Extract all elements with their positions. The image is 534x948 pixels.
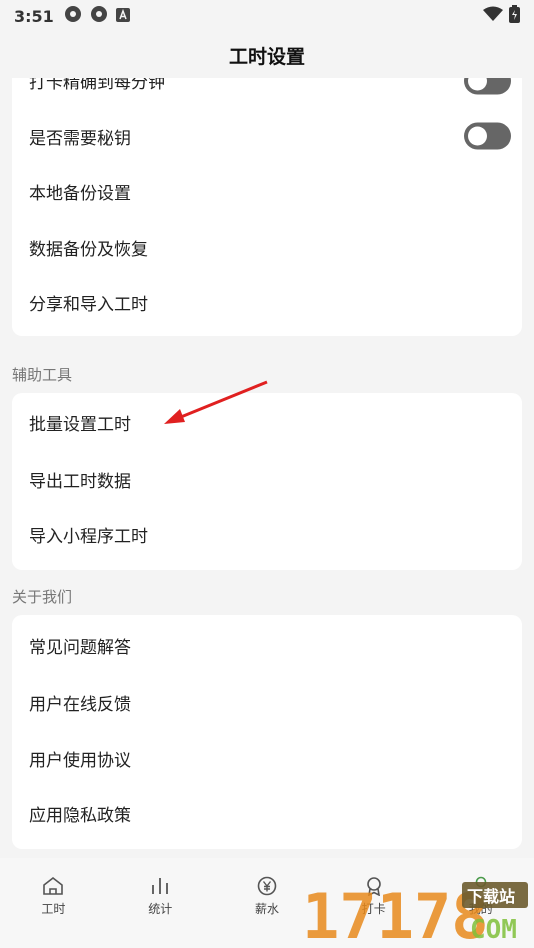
page-title: 工时设置	[228, 45, 305, 68]
settings-row-label: 用户在线反馈	[29, 695, 131, 716]
settings-row-label: 导出工时数据	[29, 472, 131, 492]
settings-row-label: 常见问题解答	[29, 637, 131, 658]
a-letter-icon	[115, 7, 130, 26]
status-bar: 3:51	[0, 0, 534, 32]
svg-text:下载站: 下载站	[467, 887, 515, 906]
settings-scroll-area[interactable]: 打卡精确到每分钟 是否需要秘钥 本地备份设置 数据备份及恢复 分享和导入工时 辅…	[0, 78, 534, 858]
settings-row-privacy-policy[interactable]: 应用隐私政策	[12, 786, 522, 842]
status-time: 3:51	[14, 6, 54, 26]
tab-label: 统计	[148, 902, 173, 916]
tab-worktime[interactable]: 工时	[0, 858, 107, 948]
settings-row-share-import[interactable]: 分享和导入工时	[12, 275, 522, 331]
settings-row-feedback[interactable]: 用户在线反馈	[12, 675, 522, 731]
section-title-tools: 辅助工具	[12, 366, 73, 384]
settings-row-secret-key[interactable]: 是否需要秘钥	[12, 109, 522, 165]
settings-row-faq[interactable]: 常见问题解答	[12, 615, 522, 675]
settings-row-minute-precision[interactable]: 打卡精确到每分钟	[12, 78, 522, 109]
app-notification-icon-2	[90, 5, 108, 27]
tab-label: 薪水	[254, 902, 279, 916]
settings-row-backup-restore[interactable]: 数据备份及恢复	[12, 220, 522, 276]
bar-chart-icon	[152, 878, 169, 894]
page-header: 工时设置	[0, 32, 534, 78]
tab-statistics[interactable]: 统计	[107, 858, 214, 948]
minute-precision-toggle[interactable]	[464, 78, 511, 95]
settings-row-label: 是否需要秘钥	[29, 128, 131, 149]
toggle-knob	[468, 126, 487, 146]
settings-row-label: 本地备份设置	[29, 184, 131, 205]
secret-key-toggle[interactable]	[464, 122, 511, 150]
settings-row-label: 打卡精确到每分钟	[29, 78, 165, 94]
wifi-icon	[483, 6, 503, 26]
settings-row-label: 导入小程序工时	[29, 527, 148, 547]
general-settings-card: 打卡精确到每分钟 是否需要秘钥 本地备份设置 数据备份及恢复 分享和导入工时	[12, 78, 522, 336]
watermark-logo: 17178 下载站 COM	[300, 878, 530, 948]
yen-icon	[257, 876, 277, 896]
settings-row-user-agreement[interactable]: 用户使用协议	[12, 731, 522, 787]
section-title-about: 关于我们	[12, 588, 73, 606]
svg-text:COM: COM	[470, 915, 517, 945]
settings-row-local-backup[interactable]: 本地备份设置	[12, 164, 522, 220]
tab-label: 工时	[41, 902, 66, 916]
settings-row-label: 分享和导入工时	[29, 295, 148, 316]
site-logo-icon: 17178 下载站 COM	[302, 880, 528, 948]
settings-row-import-miniprogram[interactable]: 导入小程序工时	[12, 507, 522, 562]
settings-row-label: 用户使用协议	[29, 750, 131, 771]
settings-row-label: 应用隐私政策	[29, 806, 131, 827]
settings-row-label: 数据备份及恢复	[29, 239, 148, 260]
settings-row-export-data[interactable]: 导出工时数据	[12, 452, 522, 507]
about-card: 常见问题解答 用户在线反馈 用户使用协议 应用隐私政策	[12, 615, 522, 849]
svg-text:17178: 17178	[302, 880, 489, 946]
settings-row-label: 批量设置工时	[29, 415, 131, 435]
toggle-knob	[468, 78, 487, 91]
battery-icon	[509, 5, 520, 27]
annotation-arrow-icon	[164, 380, 268, 424]
home-icon	[43, 876, 64, 895]
app-notification-icon	[64, 5, 82, 27]
